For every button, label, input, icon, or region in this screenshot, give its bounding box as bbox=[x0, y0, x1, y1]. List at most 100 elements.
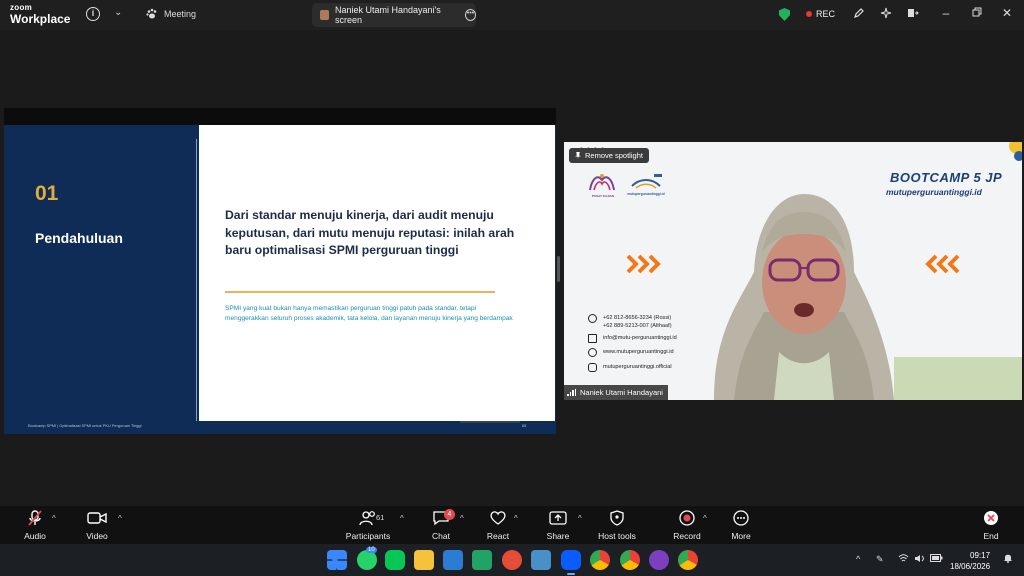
contact-phone-1: +62 812-8656-3234 (Rossi) bbox=[603, 315, 672, 321]
pdf-reader-icon[interactable] bbox=[502, 550, 522, 570]
participants-count: 61 bbox=[376, 513, 385, 522]
slide: 01 Pendahuluan Dari standar menuju kiner… bbox=[4, 125, 556, 434]
share-screen-icon bbox=[549, 511, 567, 525]
phone-icon bbox=[588, 314, 597, 323]
chevron-down-icon[interactable]: ⌄ bbox=[114, 7, 122, 18]
speaker-name: Naniek Utami Handayani bbox=[580, 388, 663, 397]
contact-phone: +62 812-8656-3234 (Rossi) +62 889-5213-0… bbox=[588, 314, 672, 330]
participants-button[interactable]: 61 Participants bbox=[338, 508, 398, 541]
contact-web-text: www.mutuperguruantinggi.id bbox=[603, 349, 674, 355]
whatsapp-icon[interactable] bbox=[357, 550, 377, 570]
participants-options-caret[interactable]: ^ bbox=[400, 514, 404, 523]
screen-share-tab[interactable]: Naniek Utami Handayani's screen ••• bbox=[312, 3, 476, 27]
battery-icon[interactable] bbox=[930, 554, 943, 564]
chrome-icon[interactable] bbox=[590, 550, 610, 570]
logo1-caption: PUSAT KAJIAN bbox=[592, 194, 614, 198]
video-button[interactable]: Video bbox=[67, 508, 127, 541]
meeting-menu[interactable]: Meeting bbox=[146, 8, 196, 20]
host-shield-icon bbox=[610, 510, 624, 526]
tray-overflow-icon[interactable]: ^ bbox=[856, 554, 860, 564]
share-options-caret[interactable]: ^ bbox=[578, 514, 582, 523]
record-button[interactable]: Record bbox=[657, 508, 717, 541]
contact-instagram: mutuperguruantinggi.official bbox=[588, 363, 672, 372]
audio-button[interactable]: Audio bbox=[5, 508, 65, 541]
banner-title: BOOTCAMP 5 JP bbox=[890, 170, 1003, 185]
react-button[interactable]: React bbox=[468, 508, 528, 541]
host-tools-button[interactable]: Host tools bbox=[587, 508, 647, 541]
file-explorer-icon[interactable] bbox=[414, 550, 434, 570]
zoom-logo: zoom Workplace bbox=[10, 4, 71, 26]
wifi-icon[interactable] bbox=[898, 554, 909, 565]
record-options-caret[interactable]: ^ bbox=[703, 514, 707, 523]
participants-icon bbox=[359, 511, 375, 526]
excel-icon[interactable] bbox=[472, 550, 492, 570]
logo2-caption: mutuperguruantinggi.id bbox=[627, 192, 665, 196]
pen-tray-icon[interactable]: ✎ bbox=[876, 554, 884, 565]
contact-phone-2: +62 889-5213-007 (Althaaf) bbox=[603, 323, 672, 329]
line-icon[interactable] bbox=[385, 550, 405, 570]
chat-button[interactable]: 4 Chat bbox=[411, 508, 471, 541]
contact-email-text: info@mutu-perguruantinggi.id bbox=[603, 335, 677, 341]
meeting-info-icon[interactable]: i bbox=[86, 7, 100, 21]
end-button[interactable]: End bbox=[961, 508, 1021, 541]
mic-muted-icon bbox=[28, 510, 42, 526]
slide-divider bbox=[196, 139, 197, 421]
annotate-pen-icon[interactable] bbox=[850, 6, 868, 24]
record-dot-icon bbox=[806, 11, 812, 17]
shirt-region bbox=[894, 357, 1022, 400]
apps-panel-icon[interactable] bbox=[904, 6, 922, 24]
corner-decoration bbox=[1009, 142, 1022, 161]
recording-indicator[interactable]: REC bbox=[806, 9, 835, 19]
restore-icon[interactable] bbox=[969, 6, 985, 20]
zoom-taskbar-icon[interactable] bbox=[561, 550, 581, 570]
taskbar-clock[interactable]: 09:17 18/06/2026 bbox=[950, 550, 990, 572]
chat-badge: 4 bbox=[444, 509, 455, 520]
active-app-indicator bbox=[567, 573, 575, 575]
slide-footer: Bootcamp SPMI | Optimalisasi SPMI untuk … bbox=[28, 423, 142, 428]
more-options-icon[interactable]: ••• bbox=[464, 9, 476, 21]
ai-sparkle-icon[interactable] bbox=[877, 6, 895, 24]
close-icon[interactable]: ✕ bbox=[999, 6, 1015, 20]
top-bar: zoom Workplace i ⌄ Meeting Naniek Utami … bbox=[0, 0, 1024, 30]
pin-icon bbox=[575, 151, 581, 160]
zoom-window: zoom Workplace i ⌄ Meeting Naniek Utami … bbox=[0, 0, 1024, 576]
audio-label: Audio bbox=[24, 531, 46, 541]
profile-app-icon[interactable] bbox=[649, 550, 669, 570]
speaker-figure bbox=[714, 194, 894, 400]
brand-bottom: Workplace bbox=[10, 12, 71, 26]
more-button[interactable]: More bbox=[711, 508, 771, 541]
minimize-icon[interactable]: – bbox=[938, 6, 954, 20]
video-options-caret[interactable]: ^ bbox=[118, 514, 122, 523]
react-options-caret[interactable]: ^ bbox=[514, 514, 518, 523]
record-label: Record bbox=[673, 531, 701, 541]
chat-options-caret[interactable]: ^ bbox=[460, 514, 464, 523]
share-button[interactable]: Share bbox=[528, 508, 588, 541]
slide-sidebar: 01 Pendahuluan bbox=[4, 125, 199, 434]
windows-start-icon[interactable] bbox=[327, 550, 347, 570]
spotlight-label: Remove spotlight bbox=[585, 151, 643, 160]
globe-icon bbox=[588, 348, 597, 357]
remove-spotlight-button[interactable]: Remove spotlight bbox=[569, 148, 649, 163]
view-splitter-handle[interactable] bbox=[557, 256, 560, 282]
chat-label: Chat bbox=[432, 531, 450, 541]
contact-instagram-text: mutuperguruantinggi.official bbox=[603, 364, 672, 370]
meeting-label: Meeting bbox=[164, 9, 197, 19]
speaker-video[interactable]: • • • • Remove spotlight PUSAT KAJIAN mu… bbox=[564, 142, 1022, 400]
notification-bell-icon[interactable] bbox=[1003, 552, 1013, 565]
more-icon bbox=[733, 510, 749, 526]
word-icon[interactable] bbox=[443, 550, 463, 570]
slide-section-title: Pendahuluan bbox=[35, 230, 123, 246]
chrome-second-icon[interactable] bbox=[678, 550, 698, 570]
notes-icon[interactable] bbox=[531, 550, 551, 570]
pusat-kajian-logo bbox=[589, 174, 615, 191]
volume-icon[interactable] bbox=[914, 554, 925, 565]
encryption-shield-icon[interactable] bbox=[779, 8, 790, 21]
participants-label: Participants bbox=[345, 531, 391, 541]
slide-footer-bar bbox=[460, 421, 520, 423]
chevrons-right-icon bbox=[626, 254, 661, 274]
audio-options-caret[interactable]: ^ bbox=[52, 514, 56, 523]
chrome-profile-icon[interactable] bbox=[620, 550, 640, 570]
end-label: End bbox=[983, 531, 999, 541]
paw-icon bbox=[146, 8, 157, 19]
shared-screen: 01 Pendahuluan Dari standar menuju kiner… bbox=[4, 108, 556, 434]
